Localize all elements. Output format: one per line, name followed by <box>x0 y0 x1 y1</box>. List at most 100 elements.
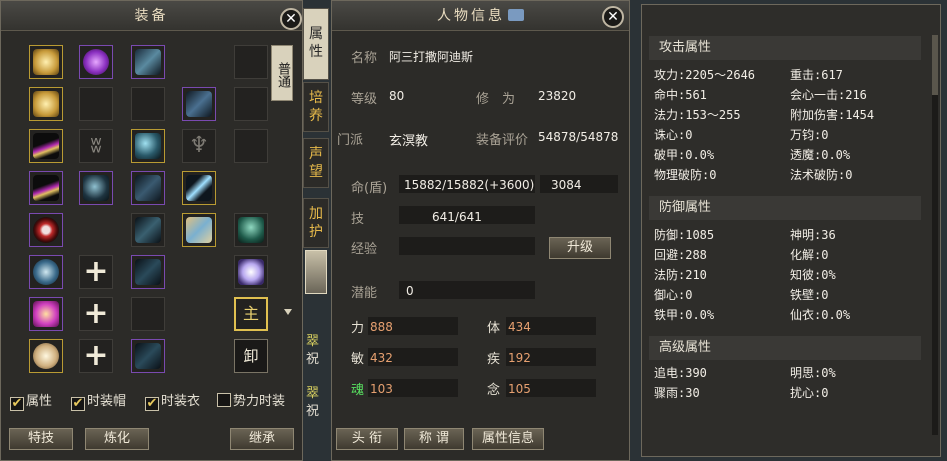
slot-gem-icon[interactable] <box>29 297 63 331</box>
potential-value: 0 <box>406 284 414 298</box>
stat-item: 物理破防:0 <box>654 168 717 182</box>
slot-unload-button[interactable]: 卸 <box>234 339 268 373</box>
equipment-close-icon[interactable]: ✕ <box>280 8 302 30</box>
slot-flower-icon[interactable] <box>29 87 63 121</box>
slot-gauntlet-icon[interactable] <box>79 171 113 205</box>
slot-horse-icon[interactable] <box>234 213 268 247</box>
slot-boots-icon[interactable] <box>131 171 165 205</box>
mode-tab-normal[interactable]: 普通 <box>271 45 293 101</box>
potential-label: 潜能 <box>351 286 378 301</box>
slot-purple-orb-icon[interactable] <box>79 45 113 79</box>
equipment-title: 装备 <box>1 1 302 31</box>
slot-medal-icon[interactable] <box>29 339 63 373</box>
potential-field <box>399 281 535 299</box>
tab-cultivate[interactable]: 培养 <box>303 82 329 132</box>
slot-wings-icon[interactable]: ʬ <box>79 129 113 163</box>
stat-item: 防御:1085 <box>654 228 715 242</box>
slot-armor-dark-icon[interactable] <box>131 213 165 247</box>
slot-add-button[interactable]: + <box>79 255 113 289</box>
checkbox-fashion-hat[interactable]: ✔ 时装帽 <box>71 390 126 411</box>
side-fragment: 翠 <box>306 334 320 349</box>
side-fragment: 祝 <box>306 404 320 419</box>
slot-empty[interactable] <box>79 87 113 121</box>
appellation-button[interactable]: 称 谓 <box>404 428 464 450</box>
checkbox-faction-fashion[interactable]: 势力时装 <box>217 390 285 409</box>
slot-armor-icon[interactable] <box>131 45 165 79</box>
attr-body-value: 434 <box>508 320 531 334</box>
stat-item: 明思:0% <box>790 366 836 380</box>
check-icon: ✔ <box>10 396 24 411</box>
level-label: 等级 <box>351 92 378 107</box>
slot-add-button[interactable]: + <box>79 297 113 331</box>
attr-info-button[interactable]: 属性信息 <box>472 428 544 450</box>
slot-add-button[interactable]: + <box>79 339 113 373</box>
character-info-close-icon[interactable]: ✕ <box>602 6 624 28</box>
check-icon: ✔ <box>145 396 159 411</box>
slot-empty[interactable] <box>131 87 165 121</box>
title-button[interactable]: 头 衔 <box>336 428 398 450</box>
school-label: 门派 <box>337 133 364 148</box>
stat-item: 御心:0 <box>654 288 693 302</box>
attr-mind-value: 105 <box>508 382 531 396</box>
check-icon: ✔ <box>71 396 85 411</box>
stat-item: 回避:288 <box>654 248 707 262</box>
slot-shoulder-icon[interactable] <box>131 129 165 163</box>
cultivation-value: 23820 <box>538 89 577 103</box>
checkbox-attr[interactable]: ✔ 属性 <box>10 390 52 411</box>
stat-item: 扰心:0 <box>790 386 829 400</box>
slot-leg-armor-icon[interactable] <box>131 339 165 373</box>
stat-item: 铁甲:0.0% <box>654 308 715 322</box>
slot-ring-icon[interactable] <box>29 213 63 247</box>
slot-spirit-icon[interactable] <box>234 255 268 289</box>
slot-empty[interactable] <box>234 87 268 121</box>
slot-empty[interactable] <box>234 45 268 79</box>
stats-panel: 攻击属性 攻力:2205～2646 重击:617 命中:561 会心一击:216 法力:… <box>641 4 941 457</box>
special-skill-button[interactable]: 特技 <box>9 428 73 450</box>
stats-scrollbar[interactable] <box>932 35 938 435</box>
stat-item: 化解:0 <box>790 248 829 262</box>
score-label: 装备评价 <box>476 133 529 148</box>
checkbox-fashion-clothes[interactable]: ✔ 时装衣 <box>145 390 200 411</box>
slot-mask-icon[interactable] <box>29 255 63 289</box>
stat-item: 法力:153～255 <box>654 108 741 122</box>
attr-body-label: 体 <box>487 321 501 336</box>
character-info-title: 人物信息 <box>332 1 629 31</box>
character-info-panel: 人物信息 ✕ 名称 阿三打撒阿迪斯 等级 80 修 为 23820 门派 玄溟教… <box>331 0 630 461</box>
slot-cloak-icon[interactable]: ♆ <box>182 129 216 163</box>
slot-belt-icon[interactable] <box>29 129 63 163</box>
slot-pet-icon[interactable] <box>131 255 165 289</box>
hp2-value: 3084 <box>551 178 582 192</box>
upgrade-button[interactable]: 升级 <box>549 237 611 259</box>
tab-reputation[interactable]: 声望 <box>303 138 329 188</box>
slot-flower-icon[interactable] <box>29 45 63 79</box>
stat-item: 知彼:0% <box>790 268 836 282</box>
slot-crystal-icon[interactable] <box>182 213 216 247</box>
attr-mind-label: 念 <box>487 383 501 398</box>
slot-helmet-icon[interactable] <box>182 87 216 121</box>
list-icon[interactable] <box>508 9 524 21</box>
inherit-button[interactable]: 继承 <box>230 428 294 450</box>
name-label: 名称 <box>351 51 378 66</box>
stat-item: 命中:561 <box>654 88 707 102</box>
slot-master-button[interactable]: 主 <box>234 297 268 331</box>
stat-item: 铁壁:0 <box>790 288 829 302</box>
stat-item: 骤雨:30 <box>654 386 700 400</box>
scroll-arrow-icon[interactable] <box>284 309 292 315</box>
stat-item: 仙衣:0.0% <box>790 308 851 322</box>
stat-item: 透魔:0.0% <box>790 148 851 162</box>
tab-attributes[interactable]: 属性 <box>303 8 329 80</box>
side-fragment: 翠 <box>306 386 320 401</box>
attr-soul-value: 103 <box>370 382 393 396</box>
skill-value: 641/641 <box>432 210 482 224</box>
tab-protection[interactable]: 加护 <box>303 198 329 248</box>
slot-empty[interactable] <box>234 129 268 163</box>
slot-weapon-icon[interactable] <box>182 171 216 205</box>
stat-item: 重击:617 <box>790 68 843 82</box>
refine-button[interactable]: 炼化 <box>85 428 149 450</box>
scrollbar-thumb[interactable] <box>932 35 938 95</box>
slot-belt-icon[interactable] <box>29 171 63 205</box>
skill-label: 技 <box>351 212 365 227</box>
exp-label: 经验 <box>351 242 378 257</box>
slot-empty[interactable] <box>131 297 165 331</box>
side-icon[interactable] <box>305 250 327 294</box>
